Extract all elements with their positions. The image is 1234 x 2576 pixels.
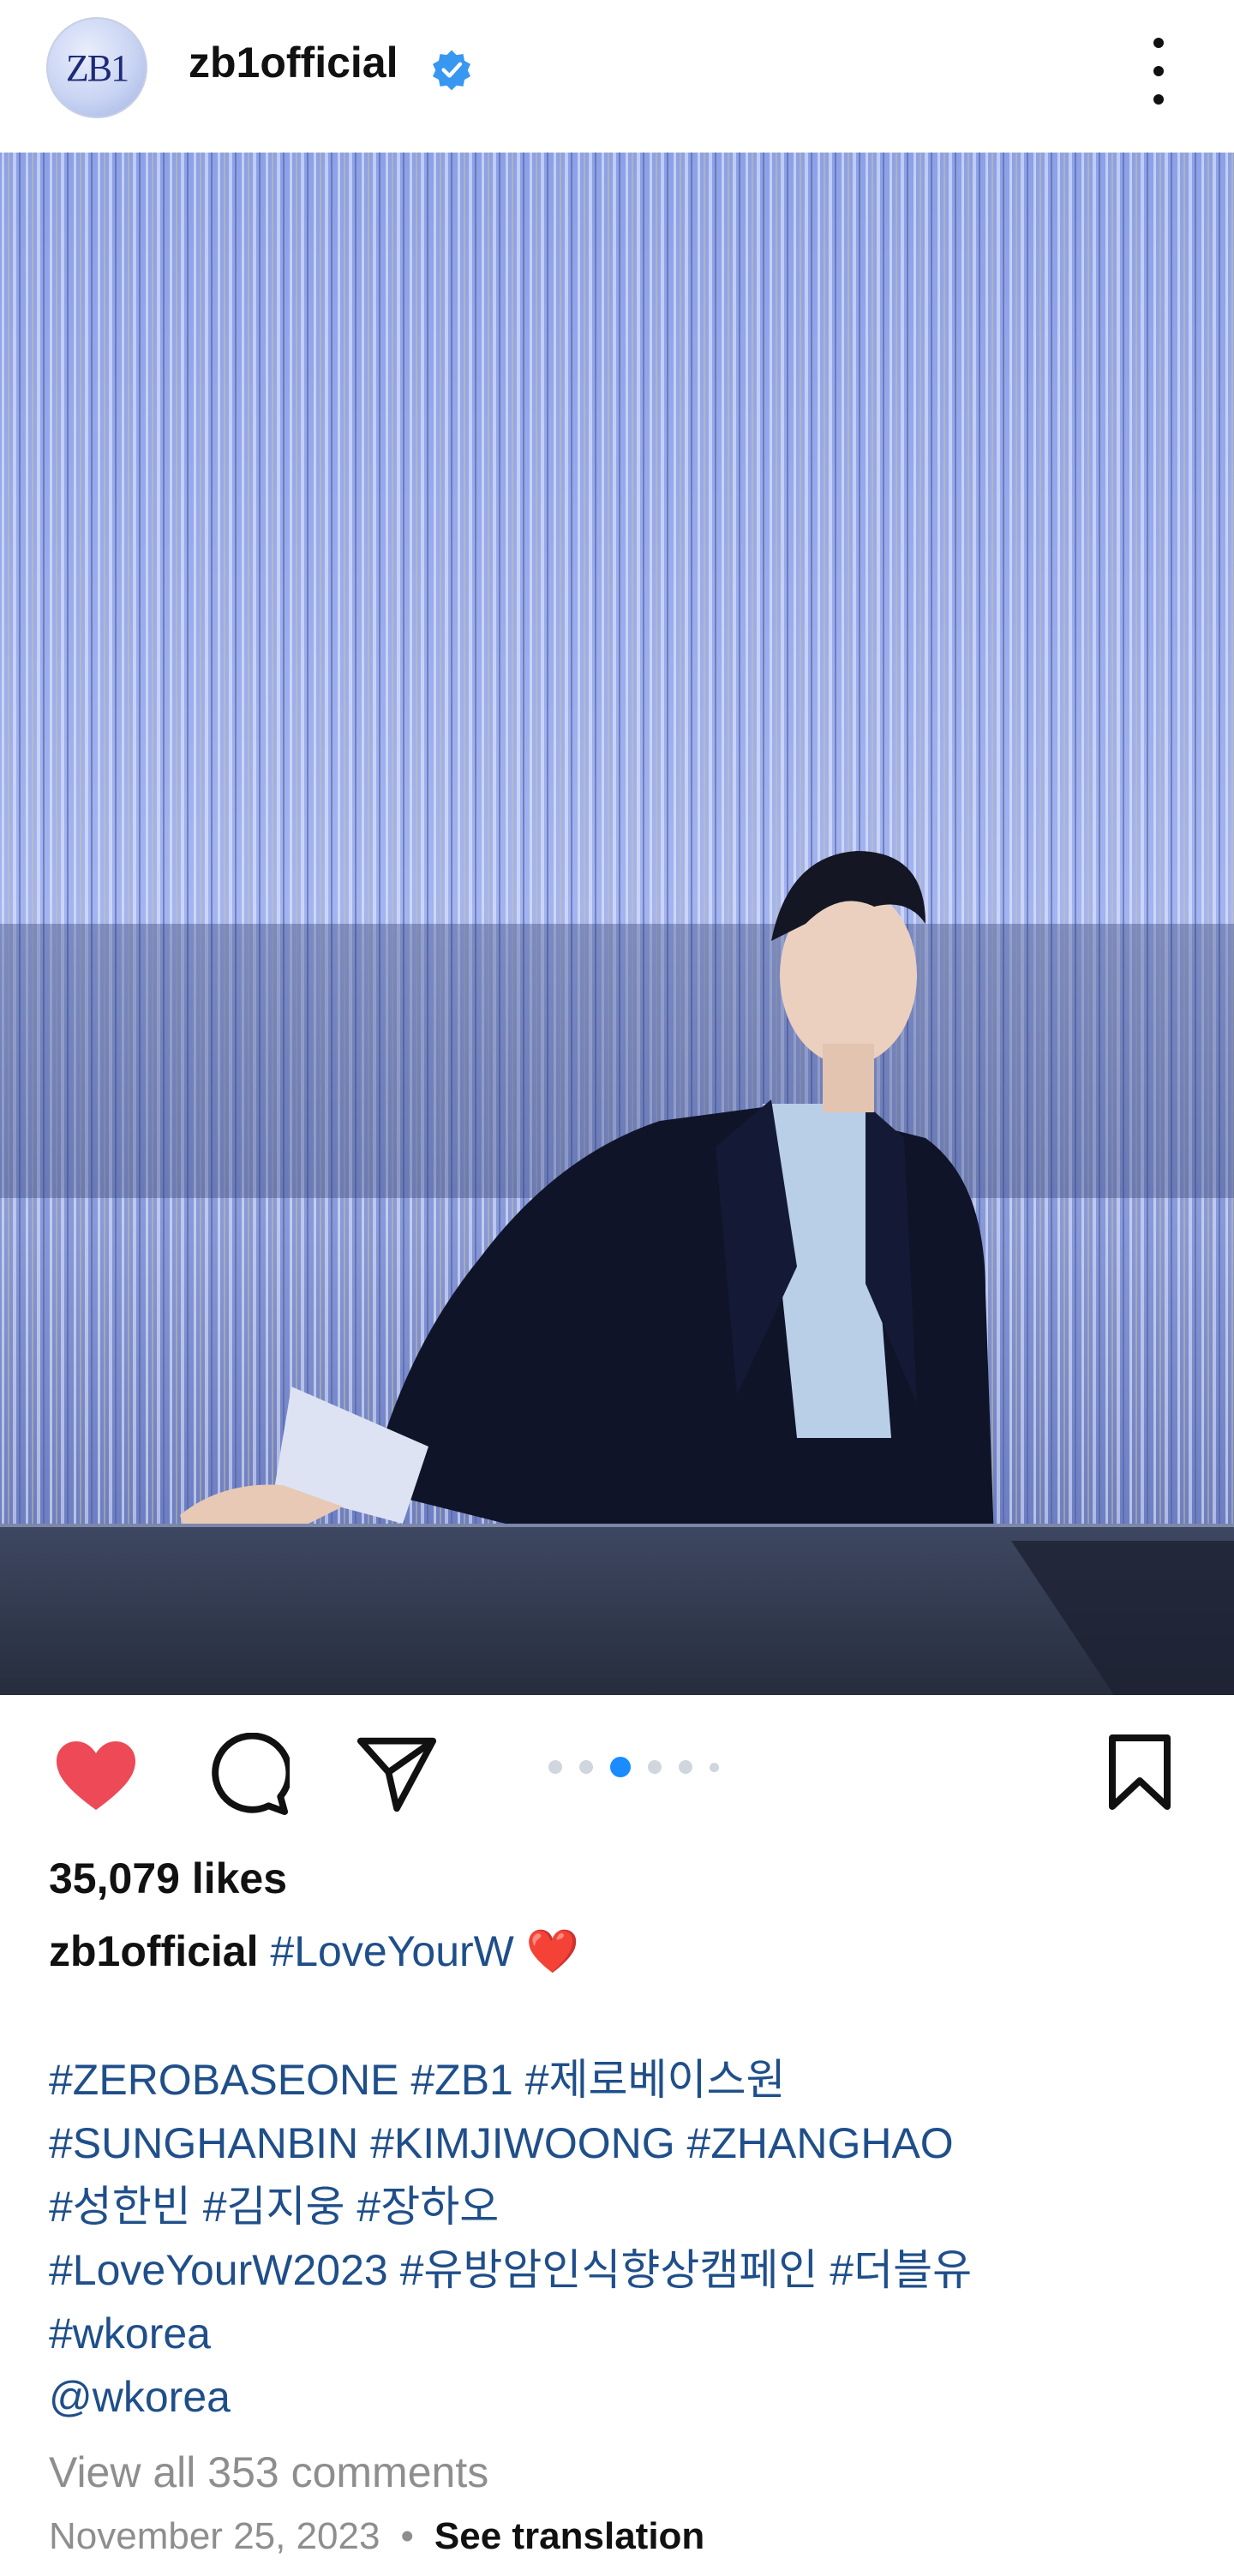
caption: zb1official #LoveYourW ❤️	[49, 1920, 579, 1983]
heart-icon[interactable]	[53, 1738, 139, 1813]
carousel-dot	[710, 1762, 719, 1772]
caption-username[interactable]: zb1official	[49, 1927, 258, 1975]
post-date: November 25, 2023	[49, 2515, 380, 2557]
see-translation-link[interactable]: See translation	[434, 2515, 704, 2558]
carousel-dot-active	[610, 1757, 631, 1777]
verified-badge-icon	[433, 50, 470, 91]
hashtag-block: #ZEROBASEONE #ZB1 #제로베이스원 #SUNGHANBIN #K…	[49, 2048, 1189, 2429]
avatar[interactable]: ZB1	[46, 17, 147, 118]
carousel-dot	[548, 1760, 562, 1774]
hashtag-line[interactable]: #LoveYourW2023 #유방암인식향상캠페인 #더블유	[49, 2238, 1189, 2302]
mention-line[interactable]: @wkorea	[49, 2365, 1189, 2429]
caption-hashtag[interactable]: #LoveYourW	[270, 1927, 513, 1975]
carousel-dot	[579, 1760, 593, 1774]
view-comments-link[interactable]: View all 353 comments	[49, 2441, 488, 2504]
bookmark-icon[interactable]	[1105, 1733, 1174, 1812]
hashtag-line[interactable]: #성한빈 #김지웅 #장하오	[49, 2175, 1189, 2238]
hashtag-line[interactable]: #ZEROBASEONE #ZB1 #제로베이스원	[49, 2048, 1189, 2112]
post-image[interactable]	[0, 153, 1234, 1695]
post-header: ZB1 zb1official	[0, 0, 1234, 153]
carousel-indicator	[548, 1757, 719, 1777]
heart-emoji: ❤️	[525, 1927, 580, 1975]
send-icon[interactable]	[356, 1733, 438, 1815]
carousel-dot	[679, 1760, 692, 1774]
more-vertical-icon[interactable]	[1141, 33, 1176, 110]
carousel-dot	[648, 1760, 662, 1774]
likes-count[interactable]: 35,079 likes	[49, 1847, 287, 1910]
post-footer: November 25, 2023 • See translation	[49, 2515, 704, 2558]
comment-icon[interactable]	[206, 1733, 290, 1817]
hashtag-line[interactable]: #wkorea	[49, 2302, 1189, 2365]
separator-dot: •	[400, 2515, 414, 2557]
post-photo	[0, 153, 1234, 1695]
avatar-text: ZB1	[65, 46, 129, 89]
hashtag-line[interactable]: #SUNGHANBIN #KIMJIWOONG #ZHANGHAO	[49, 2112, 1189, 2175]
post-username[interactable]: zb1official	[189, 38, 398, 87]
